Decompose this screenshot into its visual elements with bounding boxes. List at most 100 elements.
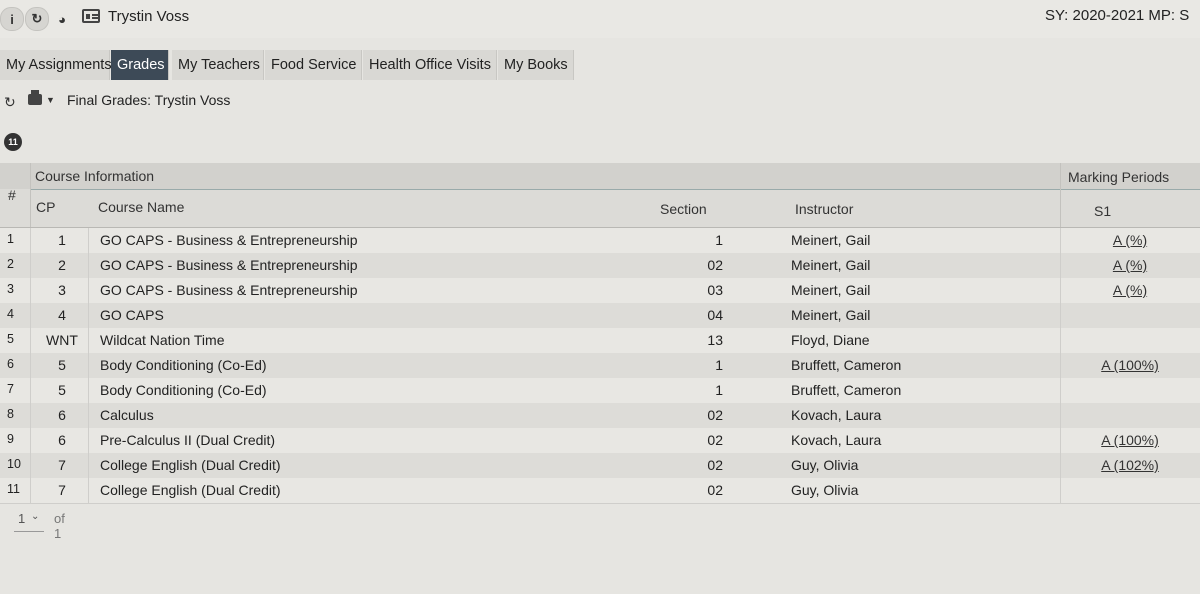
row-number: 1 (7, 232, 14, 246)
section: 1 (715, 357, 723, 373)
column-divider (88, 403, 89, 428)
table-row[interactable]: 3 3 GO CAPS - Business & Entrepreneurship 0… (0, 278, 1200, 304)
grade-link[interactable]: A (100%) (1060, 357, 1200, 373)
column-divider (1060, 453, 1061, 478)
column-divider (30, 378, 31, 403)
row-number: 10 (7, 457, 21, 471)
grade-link[interactable]: A (100%) (1060, 432, 1200, 448)
instructor: Kovach, Laura (791, 432, 882, 448)
grade-link[interactable]: A (102%) (1060, 457, 1200, 473)
course-period: 5 (58, 357, 66, 373)
refresh-icon[interactable]: ↻ (4, 94, 16, 111)
column-divider (30, 353, 31, 378)
section: 13 (707, 332, 723, 348)
column-divider (88, 453, 89, 478)
table-row[interactable]: 9 6 Pre-Calculus II (Dual Credit) 02 Kovach,… (0, 428, 1200, 454)
column-divider (88, 328, 89, 353)
course-period: 7 (58, 482, 66, 498)
table-row[interactable]: 1 1 GO CAPS - Business & Entrepreneurship 1… (0, 228, 1200, 254)
instructor: Bruffett, Cameron (791, 357, 902, 373)
grades-toolbar: ↻ ▼ Final Grades: Trystin Voss (0, 88, 1200, 112)
page-number[interactable]: 1 (18, 511, 25, 526)
column-divider (88, 353, 89, 378)
section: 02 (707, 257, 723, 273)
info-button[interactable]: i (0, 7, 24, 31)
school-year-label[interactable]: SY: 2020-2021 MP: S (1045, 7, 1189, 24)
col-s1[interactable]: S1 (1094, 203, 1111, 219)
column-divider (88, 278, 89, 303)
table-row[interactable]: 11 7 College English (Dual Credit) 02 Guy, O… (0, 478, 1200, 504)
chevron-down-icon[interactable]: ▼ (46, 95, 55, 105)
grade-link[interactable]: A (%) (1060, 232, 1200, 248)
chevron-down-icon[interactable]: ⌄ (31, 511, 39, 522)
column-divider (88, 303, 89, 328)
info-icon: i (10, 11, 14, 27)
tab-my-books[interactable]: My Books (498, 50, 574, 80)
grade-link[interactable]: A (%) (1060, 257, 1200, 273)
col-cp[interactable]: CP (36, 199, 55, 215)
course-name: Calculus (100, 407, 154, 423)
tab-food-service[interactable]: Food Service (265, 50, 362, 80)
column-divider (30, 253, 31, 278)
section: 1 (715, 232, 723, 248)
course-period: 7 (58, 457, 66, 473)
column-divider (1060, 303, 1061, 328)
student-card-icon (82, 9, 100, 23)
course-period: 5 (58, 382, 66, 398)
col-course-name[interactable]: Course Name (98, 199, 184, 215)
column-divider (30, 163, 31, 227)
column-divider (1060, 403, 1061, 428)
row-number: 2 (7, 257, 14, 271)
column-divider (1060, 253, 1061, 278)
column-divider (88, 378, 89, 403)
instructor: Bruffett, Cameron (791, 382, 902, 398)
column-divider (1060, 353, 1061, 378)
table-row[interactable]: 4 4 GO CAPS 04 Meinert, Gail (0, 303, 1200, 329)
column-divider (30, 403, 31, 428)
course-name: Wildcat Nation Time (100, 332, 225, 348)
col-section[interactable]: Section (660, 201, 707, 217)
row-number: 7 (7, 382, 14, 396)
refresh-icon: ↻ (31, 11, 43, 26)
chart-button[interactable]: ◕ (50, 7, 74, 31)
column-divider (30, 228, 31, 253)
refresh-button[interactable]: ↻ (25, 7, 49, 31)
column-divider (30, 428, 31, 453)
column-divider (1060, 278, 1061, 303)
column-divider (30, 278, 31, 303)
table-row[interactable]: 6 5 Body Conditioning (Co-Ed) 1 Bruffett, Ca… (0, 353, 1200, 379)
table-row[interactable]: 5 WNT Wildcat Nation Time 13 Floyd, Diane (0, 328, 1200, 354)
row-number: 4 (7, 307, 14, 321)
table-row[interactable]: 2 2 GO CAPS - Business & Entrepreneurship 0… (0, 253, 1200, 279)
record-count-badge: 11 (4, 133, 22, 151)
column-divider (30, 303, 31, 328)
table-row[interactable]: 7 5 Body Conditioning (Co-Ed) 1 Bruffett, Ca… (0, 378, 1200, 404)
tab-my-teachers[interactable]: My Teachers (172, 50, 264, 80)
group-header-row: Course Information Marking Periods (0, 163, 1200, 189)
grades-table: Course Information Marking Periods CP Co… (0, 163, 1200, 509)
section: 1 (715, 382, 723, 398)
column-divider (1060, 163, 1061, 227)
group-marking-periods: Marking Periods (1068, 169, 1170, 185)
row-number: 9 (7, 432, 14, 446)
instructor: Meinert, Gail (791, 282, 871, 298)
print-icon[interactable] (28, 90, 42, 105)
col-instructor[interactable]: Instructor (795, 201, 853, 217)
grade-link[interactable]: A (%) (1060, 282, 1200, 298)
header-divider (30, 189, 1060, 190)
course-name: GO CAPS (100, 307, 164, 323)
tab-grades[interactable]: Grades (111, 50, 169, 80)
pie-chart-icon: ◕ (58, 11, 66, 27)
tab-my-assignments[interactable]: My Assignments (0, 50, 112, 80)
tab-health-office-visits[interactable]: Health Office Visits (363, 50, 497, 80)
table-row[interactable]: 8 6 Calculus 02 Kovach, Laura (0, 403, 1200, 429)
course-period: 4 (58, 307, 66, 323)
column-divider (30, 453, 31, 478)
section: 02 (707, 407, 723, 423)
page-count: of 1 (54, 511, 65, 541)
course-period: 2 (58, 257, 66, 273)
instructor: Guy, Olivia (791, 457, 859, 473)
column-divider (1060, 428, 1061, 453)
section: 02 (707, 432, 723, 448)
table-row[interactable]: 10 7 College English (Dual Credit) 02 Guy, O… (0, 453, 1200, 479)
